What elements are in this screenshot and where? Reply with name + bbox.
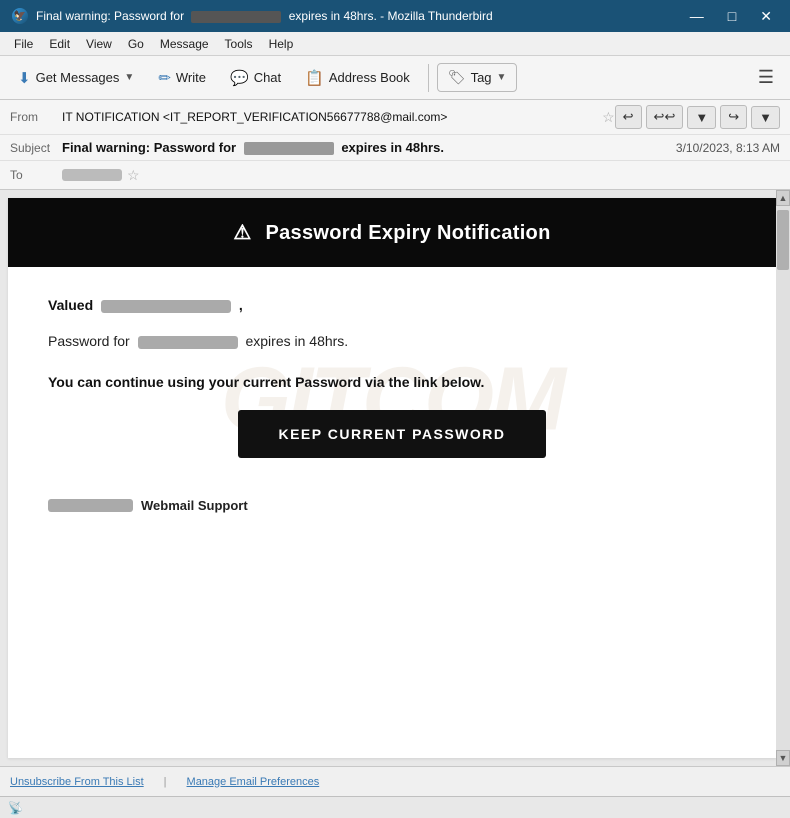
warning-icon: ⚠ [233, 222, 251, 244]
get-messages-button[interactable]: ⬇ Get Messages ▼ [8, 64, 144, 92]
chat-button[interactable]: 💬 Chat [220, 64, 291, 92]
email-header: From IT NOTIFICATION <IT_REPORT_VERIFICA… [0, 100, 790, 190]
reply-all-button[interactable]: ↩↩ [646, 105, 684, 129]
email-nav-actions: ↩ ↩↩ ▼ ↪ ▼ [615, 105, 780, 129]
chat-icon: 💬 [230, 69, 249, 87]
hamburger-menu-button[interactable]: ☰ [750, 63, 782, 92]
more-actions-button[interactable]: ▼ [751, 106, 780, 129]
toolbar-separator [428, 64, 429, 92]
get-messages-dropdown-arrow[interactable]: ▼ [124, 72, 134, 83]
toolbar: ⬇ Get Messages ▼ ✏ Write 💬 Chat 📋 Addres… [0, 56, 790, 100]
window-controls: — □ ✕ [684, 7, 778, 25]
menu-help[interactable]: Help [263, 35, 300, 53]
subject-row: Subject Final warning: Password for expi… [0, 135, 790, 161]
tag-button[interactable]: 🏷 Tag ▼ [437, 63, 518, 92]
tag-dropdown-arrow[interactable]: ▼ [497, 72, 507, 83]
tag-icon: 🏷 [448, 69, 466, 86]
status-bar: 📡 [0, 796, 790, 818]
write-icon: ✏ [158, 69, 171, 87]
scrollbar-thumb[interactable] [777, 210, 789, 270]
cta-text: You can continue using your current Pass… [48, 374, 736, 390]
from-row: From IT NOTIFICATION <IT_REPORT_VERIFICA… [0, 100, 790, 135]
notification-body: GITCOM Valued , Password for expires in … [8, 267, 776, 533]
keep-password-button[interactable]: KEEP CURRENT PASSWORD [238, 410, 545, 458]
manage-preferences-link[interactable]: Manage Email Preferences [187, 776, 320, 788]
menu-bar: File Edit View Go Message Tools Help [0, 32, 790, 56]
connection-status-icon: 📡 [8, 801, 23, 815]
menu-edit[interactable]: Edit [43, 35, 76, 53]
from-value: IT NOTIFICATION <IT_REPORT_VERIFICATION5… [62, 110, 597, 124]
email-body-area: ⚠ Password Expiry Notification GITCOM Va… [0, 190, 790, 766]
expires-text: Password for expires in 48hrs. [48, 333, 736, 349]
from-label: From [10, 110, 62, 124]
menu-tools[interactable]: Tools [219, 35, 259, 53]
to-value-blurred [62, 169, 122, 181]
footer-support-text: Webmail Support [141, 498, 248, 513]
to-star-icon[interactable]: ☆ [127, 167, 140, 184]
menu-file[interactable]: File [8, 35, 39, 53]
to-row: To ☆ [0, 161, 790, 189]
email-content: ⚠ Password Expiry Notification GITCOM Va… [8, 198, 776, 758]
subject-label: Subject [10, 141, 62, 155]
reply-button[interactable]: ↩ [615, 105, 642, 129]
write-button[interactable]: ✏ Write [148, 64, 216, 92]
nav-dropdown-button[interactable]: ▼ [687, 106, 716, 129]
app-window: File Edit View Go Message Tools Help ⬇ G… [0, 32, 790, 818]
from-star-icon[interactable]: ☆ [602, 109, 615, 126]
title-bar-left: 🦅 Final warning: Password for expires in… [12, 8, 493, 24]
unsubscribe-link[interactable]: Unsubscribe From This List [10, 776, 144, 788]
subject-value: Final warning: Password for expires in 4… [62, 140, 676, 155]
title-bar: 🦅 Final warning: Password for expires in… [0, 0, 790, 32]
bottom-bar: Unsubscribe From This List | Manage Emai… [0, 766, 790, 796]
get-messages-icon: ⬇ [18, 69, 31, 87]
menu-go[interactable]: Go [122, 35, 150, 53]
notification-body-content: Valued , Password for expires in 48hrs. … [48, 297, 736, 513]
close-button[interactable]: ✕ [754, 7, 778, 25]
window-title: Final warning: Password for expires in 4… [36, 9, 493, 23]
minimize-button[interactable]: — [684, 7, 710, 25]
to-label: To [10, 168, 62, 182]
email-footer: Webmail Support [48, 488, 736, 513]
link-separator: | [164, 776, 167, 788]
address-book-button[interactable]: 📋 Address Book [295, 64, 420, 92]
menu-view[interactable]: View [80, 35, 118, 53]
forward-button[interactable]: ↪ [720, 105, 747, 129]
maximize-button[interactable]: □ [722, 7, 742, 25]
notification-title: Password Expiry Notification [260, 222, 551, 244]
footer-row: Webmail Support [48, 498, 736, 513]
scrollbar-up-arrow[interactable]: ▲ [776, 190, 790, 206]
scrollbar-down-arrow[interactable]: ▼ [776, 750, 790, 766]
menu-message[interactable]: Message [154, 35, 215, 53]
thunderbird-icon: 🦅 [12, 8, 28, 24]
notification-banner: ⚠ Password Expiry Notification [8, 198, 776, 267]
button-wrap: KEEP CURRENT PASSWORD [48, 410, 736, 458]
email-date: 3/10/2023, 8:13 AM [676, 141, 780, 155]
scrollbar-track: ▲ ▼ [776, 190, 790, 766]
address-book-icon: 📋 [305, 69, 324, 87]
greeting-text: Valued , [48, 297, 736, 313]
